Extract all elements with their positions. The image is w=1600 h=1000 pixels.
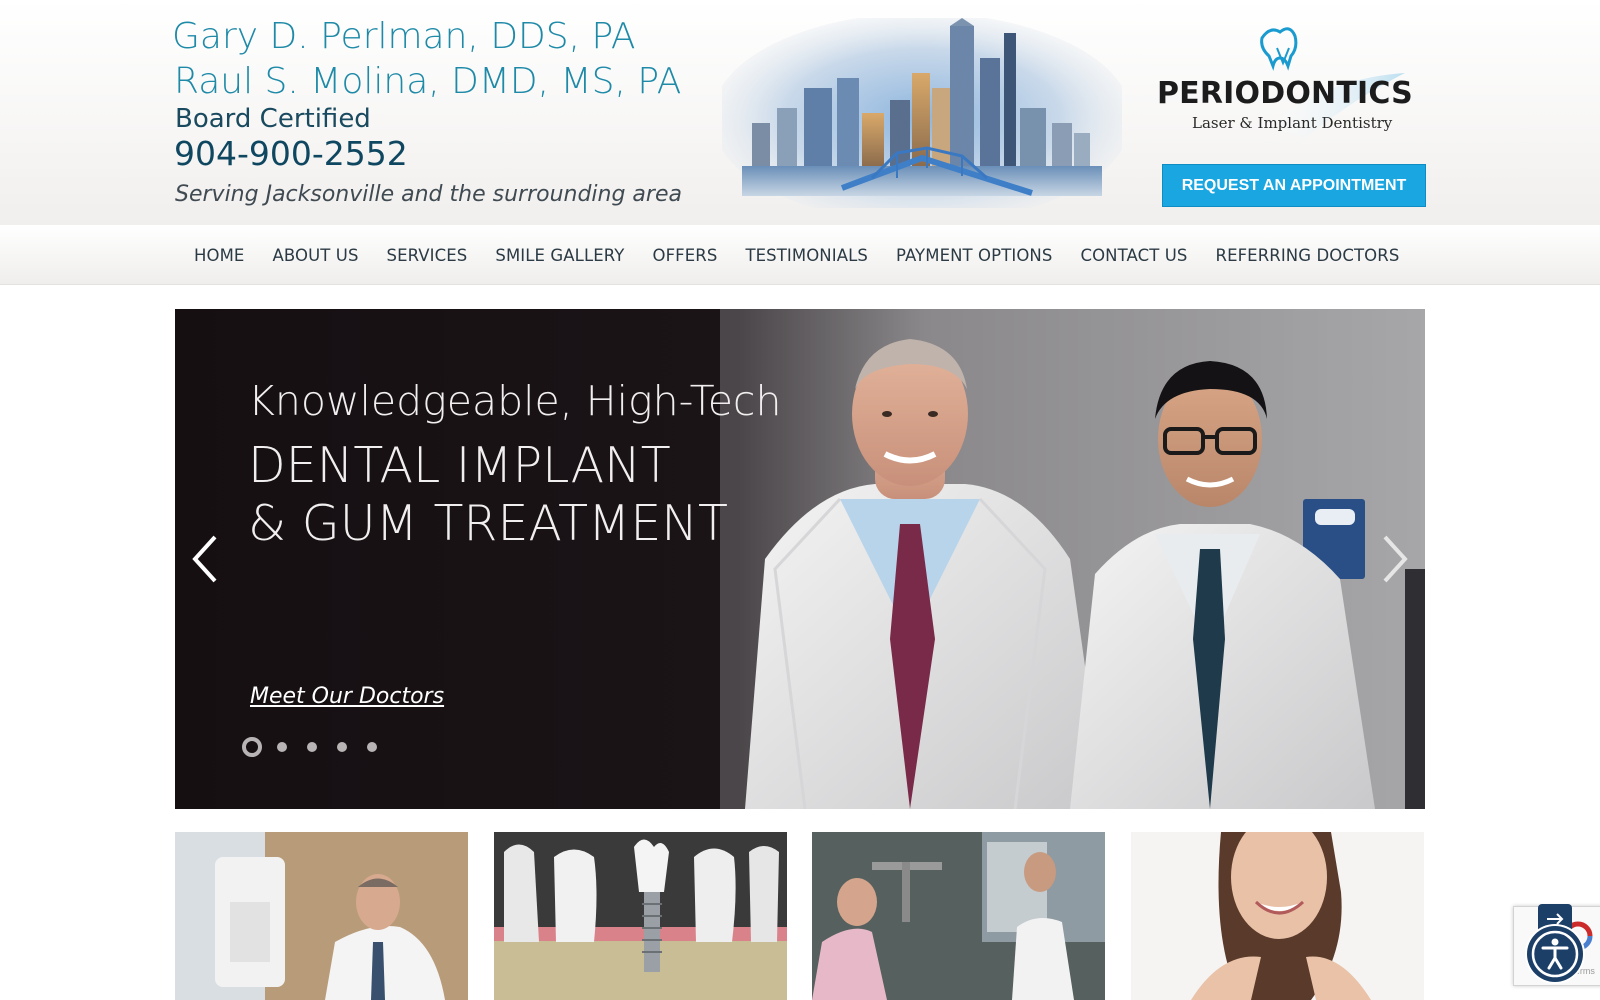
nav-item-contact-us[interactable]: CONTACT US (1066, 246, 1201, 265)
nav-item-payment-options[interactable]: PAYMENT OPTIONS (882, 246, 1067, 265)
request-appointment-button[interactable]: REQUEST AN APPOINTMENT (1162, 164, 1426, 207)
hero-headline-2: DENTAL IMPLANT (248, 437, 671, 494)
accessibility-icon (1527, 926, 1583, 982)
nav-list: HOME ABOUT US SERVICES SMILE GALLERY OFF… (180, 225, 1413, 285)
nav-item-about-us[interactable]: ABOUT US (258, 246, 372, 265)
logo-wordmark: PERIODONTICS (1157, 76, 1413, 111)
jacksonville-skyline-image (722, 18, 1122, 208)
thumbnail-smiling-woman[interactable] (1131, 832, 1424, 1000)
doctor-name-1: Gary D. Perlman, DDS, PA (172, 16, 636, 57)
hero-headline-3: & GUM TREATMENT (248, 495, 728, 552)
slide-dot-3[interactable] (307, 742, 317, 752)
nav-item-services[interactable]: SERVICES (373, 246, 482, 265)
main-navigation: HOME ABOUT US SERVICES SMILE GALLERY OFF… (0, 225, 1600, 285)
thumbnail-dental-implant[interactable] (494, 832, 787, 1000)
doctor-name-2: Raul S. Molina, DMD, MS, PA (174, 61, 682, 102)
nav-item-offers[interactable]: OFFERS (639, 246, 732, 265)
nav-item-testimonials[interactable]: TESTIMONIALS (731, 246, 882, 265)
slide-dot-2[interactable] (277, 742, 287, 752)
accessibility-button[interactable] (1525, 924, 1585, 984)
nav-item-referring-doctors[interactable]: REFERRING DOCTORS (1202, 246, 1414, 265)
slide-dot-4[interactable] (337, 742, 347, 752)
hero-headline-1: Knowledgeable, High-Tech (248, 377, 782, 425)
thumbnail-cbct-scanner[interactable] (175, 832, 468, 1000)
thumbnail-patient-consultation[interactable] (812, 832, 1105, 1000)
hero-slider: Knowledgeable, High-Tech DENTAL IMPLANT … (175, 309, 1425, 809)
slide-dot-1[interactable] (242, 737, 262, 757)
chevron-left-icon[interactable] (185, 529, 225, 589)
phone-number[interactable]: 904-900-2552 (174, 134, 408, 173)
chevron-right-icon[interactable] (1375, 529, 1415, 589)
site-header: Gary D. Perlman, DDS, PA Raul S. Molina,… (0, 0, 1600, 225)
meet-our-doctors-link[interactable]: Meet Our Doctors (250, 684, 444, 709)
logo-subtitle: Laser & Implant Dentistry (1192, 114, 1393, 132)
board-certified-label: Board Certified (175, 104, 371, 134)
service-area-tagline: Serving Jacksonville and the surrounding… (175, 182, 682, 207)
nav-item-smile-gallery[interactable]: SMILE GALLERY (481, 246, 638, 265)
nav-item-home[interactable]: HOME (180, 246, 258, 265)
slider-pagination (242, 737, 397, 757)
slide-dot-5[interactable] (367, 742, 377, 752)
